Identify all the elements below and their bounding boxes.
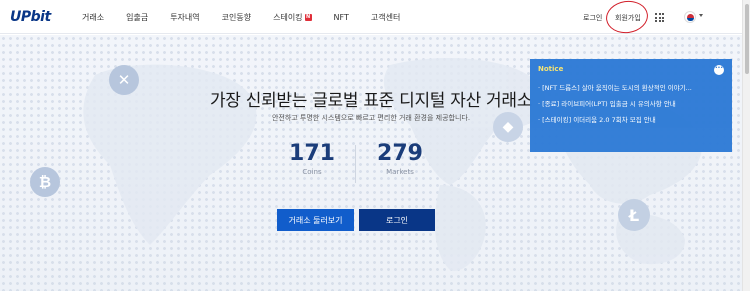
- explore-exchange-button[interactable]: 거래소 둘러보기: [277, 209, 354, 231]
- grid-icon[interactable]: [655, 13, 664, 22]
- header-login-link[interactable]: 로그인: [583, 13, 602, 23]
- coins-count: 171: [289, 141, 335, 166]
- nav-coin-trends[interactable]: 코인동향: [222, 12, 251, 23]
- markets-label: Markets: [386, 168, 414, 176]
- coins-label: Coins: [302, 168, 322, 176]
- korea-flag-icon[interactable]: [684, 11, 696, 23]
- coins-stat: 171 Coins: [287, 141, 337, 176]
- notice-title: Notice: [538, 65, 564, 73]
- nav-nft[interactable]: NFT: [334, 13, 349, 22]
- markets-count: 279: [377, 141, 423, 166]
- top-header: UPbit 거래소 입출금 투자내역 코인동향 스테이킹 N NFT 고객센터 …: [0, 0, 742, 36]
- red-annotation-circle: [603, 0, 651, 36]
- nav-investments[interactable]: 투자내역: [170, 12, 199, 23]
- new-badge: N: [304, 13, 312, 21]
- notice-item[interactable]: · [NFT 드롭스] 살아 움직이는 도시의 환상적인 이야기...: [538, 82, 718, 92]
- main-nav: 거래소 입출금 투자내역 코인동향 스테이킹 N NFT 고객센터: [82, 0, 422, 34]
- chevron-down-icon[interactable]: [699, 14, 703, 17]
- markets-stat: 279 Markets: [375, 141, 425, 176]
- hero-login-button[interactable]: 로그인: [359, 209, 435, 231]
- nav-staking[interactable]: 스테이킹 N: [273, 12, 312, 23]
- more-icon[interactable]: ···: [714, 65, 724, 75]
- bitcoin-coin-icon: ₿: [30, 167, 60, 197]
- nav-customer-center[interactable]: 고객센터: [371, 12, 400, 23]
- stat-divider: [355, 145, 356, 183]
- notice-panel: Notice ··· · [NFT 드롭스] 살아 움직이는 도시의 환상적인 …: [530, 59, 732, 152]
- page-scrollbar[interactable]: [742, 0, 750, 291]
- nav-staking-label: 스테이킹: [273, 12, 303, 22]
- scrollbar-thumb[interactable]: [745, 4, 749, 74]
- nav-deposit-withdraw[interactable]: 입출금: [126, 12, 148, 23]
- upbit-logo[interactable]: UPbit: [10, 9, 51, 25]
- notice-list: · [NFT 드롭스] 살아 움직이는 도시의 환상적인 이야기... · [종…: [538, 82, 724, 124]
- notice-item[interactable]: · [스테이킹] 이더리움 2.0 7회차 모집 안내: [538, 114, 718, 124]
- nav-exchange[interactable]: 거래소: [82, 12, 104, 23]
- litecoin-coin-icon: Ł: [618, 199, 650, 231]
- notice-item[interactable]: · [종료] 라이브피어(LPT) 입출금 시 유의사항 안내: [538, 98, 718, 108]
